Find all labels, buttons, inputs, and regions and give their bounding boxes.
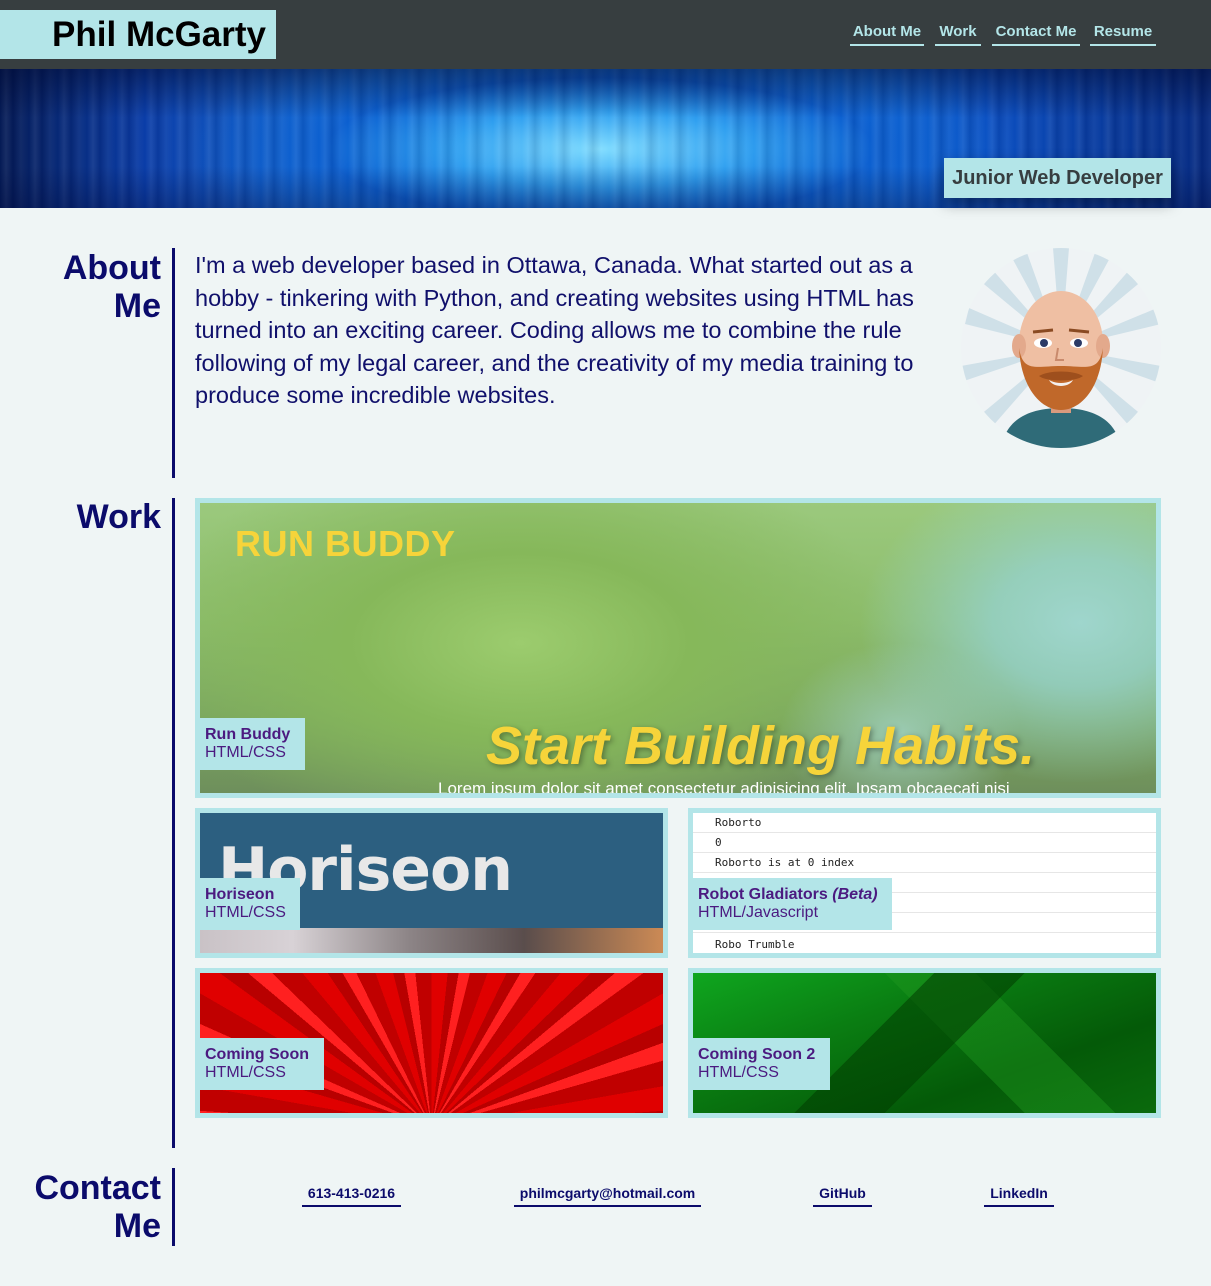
project-name: Coming Soon — [205, 1046, 309, 1063]
project-label-horiseon: Horiseon HTML/CSS — [195, 878, 300, 930]
nav-resume[interactable]: Resume — [1090, 18, 1156, 46]
nav-work[interactable]: Work — [935, 18, 981, 46]
main-nav: About Me Work Contact Me Resume — [0, 18, 1211, 48]
about-divider — [172, 248, 175, 478]
nav-about-me[interactable]: About Me — [850, 18, 924, 46]
project-card-run-buddy[interactable]: RUN BUDDY Start Building Habits. Lorem i… — [195, 498, 1161, 798]
project-tech: HTML/CSS — [698, 1064, 779, 1081]
run-buddy-screenshot-title: RUN BUDDY — [235, 523, 456, 564]
project-card-coming-soon[interactable]: Coming Soon HTML/CSS — [195, 968, 668, 1118]
project-label-coming-soon: Coming Soon HTML/CSS — [195, 1038, 324, 1090]
console-line: 0 — [693, 833, 1156, 853]
contact-email-link[interactable]: philmcgarty@hotmail.com — [514, 1183, 701, 1207]
project-tech: HTML/Javascript — [698, 904, 819, 921]
project-tech: HTML/CSS — [205, 744, 286, 761]
run-buddy-screenshot-slogan: Start Building Habits. — [486, 716, 1036, 776]
work-divider — [172, 498, 175, 1148]
console-line: Robo Trumble — [715, 938, 795, 951]
job-title: Junior Web Developer — [952, 166, 1163, 189]
project-label-coming-soon-2: Coming Soon 2 HTML/CSS — [688, 1038, 830, 1090]
project-name: Horiseon — [205, 886, 275, 903]
run-buddy-screenshot-lorem: Lorem ipsum dolor sit amet consectetur a… — [438, 779, 1010, 793]
about-heading-line2: Me — [113, 287, 161, 325]
project-name: Robot Gladiators — [698, 886, 828, 903]
project-tech: HTML/CSS — [205, 904, 286, 921]
project-name-wrap: Robot Gladiators (Beta) — [698, 886, 882, 904]
horiseon-photo-strip — [200, 928, 663, 953]
contact-heading-line1: Contact — [34, 1169, 161, 1207]
console-line: Roborto — [693, 813, 1156, 833]
project-label-run-buddy: Run Buddy HTML/CSS — [195, 718, 305, 770]
project-tech: HTML/CSS — [205, 1064, 286, 1081]
about-paragraph: I'm a web developer based in Ottawa, Can… — [195, 252, 914, 408]
contact-phone-link[interactable]: 613-413-0216 — [302, 1183, 401, 1207]
nav-contact-me[interactable]: Contact Me — [992, 18, 1080, 46]
job-title-badge: Junior Web Developer — [944, 158, 1171, 198]
avatar-cartoon-icon — [961, 248, 1161, 448]
project-label-robot-gladiators: Robot Gladiators (Beta) HTML/Javascript — [688, 878, 892, 930]
project-card-coming-soon-2[interactable]: Coming Soon 2 HTML/CSS — [688, 968, 1161, 1118]
work-heading: Work — [76, 498, 161, 536]
contact-heading: Contact Me — [34, 1169, 161, 1245]
project-beta-tag: (Beta) — [832, 886, 878, 903]
contact-github-link[interactable]: GitHub — [813, 1183, 872, 1207]
avatar — [961, 248, 1161, 448]
site-header: Phil McGarty About Me Work Contact Me Re… — [0, 0, 1211, 69]
project-card-robot-gladiators[interactable]: Roborto 0 Roborto is at 0 index Robo Tru… — [688, 808, 1161, 958]
console-line: Roborto is at 0 index — [693, 853, 1156, 873]
about-heading-line1: About — [62, 249, 161, 287]
project-screenshot-run-buddy: RUN BUDDY Start Building Habits. Lorem i… — [200, 503, 1156, 793]
project-name: Coming Soon 2 — [698, 1046, 816, 1063]
contact-divider — [172, 1168, 175, 1246]
contact-heading-line2: Me — [113, 1207, 161, 1245]
project-card-horiseon[interactable]: Horiseon Horiseon HTML/CSS — [195, 808, 668, 958]
project-name: Run Buddy — [205, 726, 291, 743]
contact-linkedin-link[interactable]: LinkedIn — [984, 1183, 1054, 1207]
about-heading: About Me — [63, 249, 161, 325]
